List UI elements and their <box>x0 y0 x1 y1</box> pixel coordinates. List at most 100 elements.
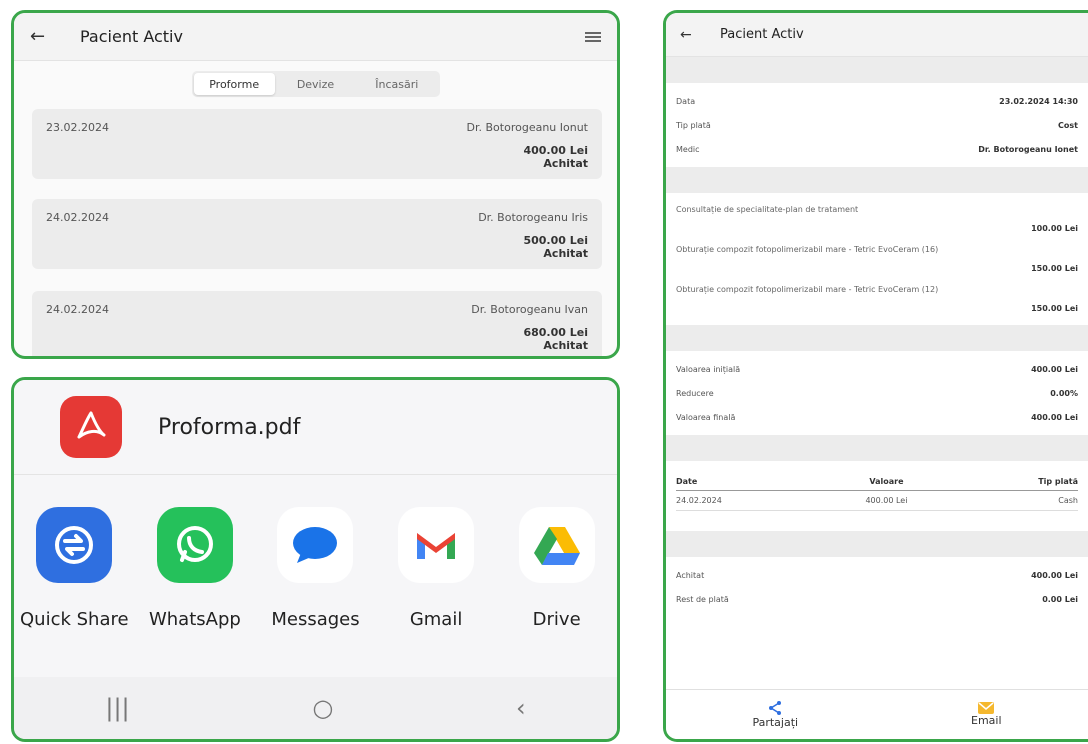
proforma-card[interactable]: 24.02.2024 Dr. Botorogeanu Ivan 680.00 L… <box>32 291 602 356</box>
card-date: 24.02.2024 <box>46 211 109 224</box>
app-label: Quick Share <box>20 609 129 630</box>
summary-value: 0.00 Lei <box>1042 594 1078 604</box>
line-item: Consultație de specialitate-plan de trat… <box>676 199 1078 239</box>
summary-value: 400.00 Lei <box>1031 570 1078 580</box>
section-divider <box>666 325 1088 351</box>
total-label: Valoarea inițială <box>676 364 741 374</box>
tab-incasari[interactable]: Încasări <box>356 73 437 95</box>
card-amount: 680.00 Lei <box>523 326 588 339</box>
back-arrow-icon[interactable]: ← <box>680 27 704 43</box>
total-row: Valoarea inițială 400.00 Lei <box>676 357 1078 381</box>
summary-row: Rest de plată 0.00 Lei <box>676 587 1078 611</box>
col-header-date: Date <box>676 467 821 491</box>
app-label: Drive <box>532 609 581 630</box>
items-section: Consultație de specialitate-plan de trat… <box>666 193 1088 325</box>
share-targets: Quick Share WhatsApp Messages Gmail Driv… <box>14 475 617 630</box>
info-row: Medic Dr. Botorogeanu Ionet <box>676 137 1078 161</box>
share-icon <box>769 701 782 715</box>
screen-title: Pacient Activ <box>80 27 183 46</box>
email-label: Email <box>971 714 1002 727</box>
back-arrow-icon[interactable]: ← <box>30 26 54 47</box>
total-label: Reducere <box>676 388 714 398</box>
payments-header-row: Date Valoare Tip plată <box>676 467 1078 491</box>
app-label: WhatsApp <box>148 609 241 630</box>
total-value: 400.00 Lei <box>1031 364 1078 374</box>
payments-table: Date Valoare Tip plată 24.02.2024 400.00… <box>676 467 1078 511</box>
info-label: Medic <box>676 144 700 154</box>
total-row: Reducere 0.00% <box>676 381 1078 405</box>
card-amount: 400.00 Lei <box>523 144 588 157</box>
top-app-bar: ← Pacient Activ <box>14 13 617 61</box>
home-icon[interactable]: ○ <box>312 694 333 722</box>
file-name: Proforma.pdf <box>158 414 301 440</box>
total-row: Valoarea finală 400.00 Lei <box>676 405 1078 429</box>
info-section: Data 23.02.2024 14:30 Tip plată Cost Medic… <box>666 83 1088 167</box>
section-divider <box>666 435 1088 461</box>
item-value: 150.00 Lei <box>1031 304 1078 313</box>
email-icon <box>978 702 995 714</box>
card-status: Achitat <box>543 247 588 260</box>
card-doctor: Dr. Botorogeanu Ivan <box>471 303 588 316</box>
proforma-detail-screen: ← Pacient Activ Data 23.02.2024 14:30 Tip… <box>663 10 1088 742</box>
payment-date: 24.02.2024 <box>676 490 821 511</box>
share-target-messages[interactable]: Messages <box>255 507 376 630</box>
share-target-whatsapp[interactable]: WhatsApp <box>135 507 256 630</box>
share-sheet: Proforma.pdf Quick Share WhatsApp Messag… <box>11 377 620 742</box>
summary-label: Achitat <box>676 570 705 580</box>
line-item: Obturație compozit fotopolimerizabil mar… <box>676 239 1078 279</box>
section-divider <box>666 531 1088 557</box>
tab-proforme[interactable]: Proforme <box>193 73 275 95</box>
card-doctor: Dr. Botorogeanu Iris <box>478 211 588 224</box>
info-label: Data <box>676 96 696 106</box>
system-back-icon[interactable]: ‹ <box>516 694 526 722</box>
item-description: Obturație compozit fotopolimerizabil mar… <box>676 285 939 294</box>
share-target-quick-share[interactable]: Quick Share <box>14 507 135 630</box>
line-item: Obturație compozit fotopolimerizabil mar… <box>676 279 1078 319</box>
payment-type: Cash <box>952 490 1078 511</box>
info-value: Dr. Botorogeanu Ionet <box>978 144 1078 154</box>
segmented-tabs: Proforme Devize Încasări <box>191 71 440 97</box>
email-button[interactable]: Email <box>971 702 1002 727</box>
screen-title: Pacient Activ <box>720 27 804 42</box>
share-target-gmail[interactable]: Gmail <box>376 507 497 630</box>
shared-file-row: Proforma.pdf <box>14 380 617 475</box>
card-date: 24.02.2024 <box>46 303 109 316</box>
share-label: Partajați <box>752 716 799 729</box>
payment-value: 400.00 Lei <box>820 490 953 511</box>
proforma-list-screen: ← Pacient Activ Proforme Devize Încasări… <box>11 10 620 359</box>
card-doctor: Dr. Botorogeanu Ionut <box>466 121 588 134</box>
messages-icon <box>277 507 354 583</box>
proforma-card[interactable]: 23.02.2024 Dr. Botorogeanu Ionut 400.00 … <box>32 109 602 179</box>
top-app-bar: ← Pacient Activ <box>666 13 1088 57</box>
summary-row: Achitat 400.00 Lei <box>676 563 1078 587</box>
payments-section: Date Valoare Tip plată 24.02.2024 400.00… <box>666 461 1088 517</box>
share-button[interactable]: Partajați <box>752 700 798 729</box>
total-value: 0.00% <box>1050 388 1078 398</box>
share-target-drive[interactable]: Drive <box>496 507 617 630</box>
section-divider <box>666 167 1088 193</box>
system-nav-bar: ||| ○ ‹ <box>14 677 617 739</box>
recent-apps-icon[interactable]: ||| <box>105 694 129 722</box>
summary-section: Achitat 400.00 Lei Rest de plată 0.00 Lei <box>666 557 1088 617</box>
card-amount: 500.00 Lei <box>523 234 588 247</box>
card-status: Achitat <box>543 339 588 352</box>
quick-share-icon <box>36 507 113 583</box>
info-row: Tip plată Cost <box>676 113 1078 137</box>
proforma-card[interactable]: 24.02.2024 Dr. Botorogeanu Iris 500.00 L… <box>32 199 602 269</box>
item-value: 150.00 Lei <box>1031 264 1078 273</box>
whatsapp-icon <box>156 507 233 583</box>
card-date: 23.02.2024 <box>46 121 109 134</box>
hamburger-menu-icon[interactable] <box>585 30 601 44</box>
item-description: Obturație compozit fotopolimerizabil mar… <box>676 245 939 254</box>
section-divider <box>666 57 1088 83</box>
totals-section: Valoarea inițială 400.00 Lei Reducere 0.00… <box>666 351 1088 435</box>
summary-label: Rest de plată <box>676 594 729 604</box>
total-label: Valoarea finală <box>676 412 736 422</box>
card-status: Achitat <box>543 157 588 170</box>
col-header-type: Tip plată <box>952 467 1078 491</box>
gmail-icon <box>398 507 475 583</box>
tab-devize[interactable]: Devize <box>275 73 356 95</box>
drive-icon <box>518 507 595 583</box>
col-header-value: Valoare <box>820 467 953 491</box>
table-row: 24.02.2024 400.00 Lei Cash <box>676 490 1078 511</box>
